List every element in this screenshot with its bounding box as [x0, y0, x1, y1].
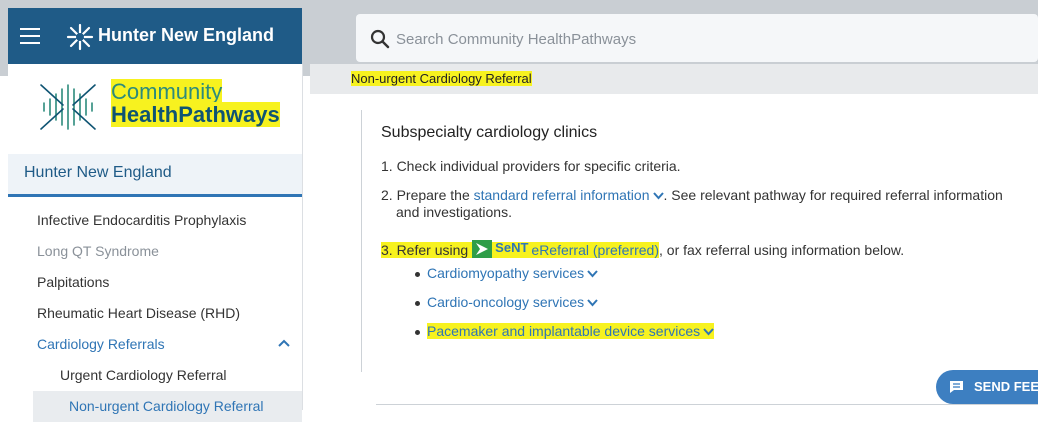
step-3-highlight: 3. Refer using SeNT eReferral (preferred) [381, 240, 660, 258]
step-2-line-2: and investigations. [396, 204, 512, 220]
message-icon [950, 381, 963, 393]
step-3: 3. Refer using SeNT eReferral (preferred),… [381, 240, 904, 258]
step-2: 2. Prepare the standard referral informa… [381, 187, 1003, 203]
sidebar-item-label: Cardiology Referrals [37, 336, 165, 352]
standard-referral-link[interactable]: standard referral information [474, 187, 664, 203]
chevron-down-icon [652, 192, 664, 200]
chevron-up-icon[interactable] [278, 339, 290, 347]
chevron-down-icon [587, 270, 598, 278]
send-feedback-button[interactable]: SEND FEE [936, 370, 1038, 404]
region-header[interactable]: Hunter New England [8, 154, 302, 197]
step-3-prefix: 3. Refer using [381, 242, 469, 258]
service-label: Cardiomyopathy services [427, 265, 585, 281]
service-cardiomyopathy[interactable]: Cardiomyopathy services [427, 265, 598, 281]
search-bar[interactable] [356, 14, 1038, 62]
bullet-icon [415, 330, 420, 335]
ereferral-link[interactable]: eReferral (preferred) [531, 242, 659, 258]
sent-brand: SeNT [495, 240, 529, 255]
sidebar-item-palpitations[interactable]: Palpitations [8, 267, 302, 298]
brand-logo-icon [66, 23, 94, 51]
divider [376, 404, 1038, 405]
search-input[interactable] [394, 24, 998, 54]
chevron-down-icon [587, 299, 598, 307]
step-2-suffix: . See relevant pathway for required refe… [663, 187, 1003, 203]
sidebar-item-non-urgent-referral[interactable]: Non-urgent Cardiology Referral [33, 391, 302, 422]
healthpathways-logo-icon [40, 84, 96, 130]
content-card: Subspecialty cardiology clinics 1. Check… [361, 110, 1038, 372]
logo-text: Community HealthPathways [111, 79, 280, 127]
breadcrumb-bar: Non-urgent Cardiology Referral [310, 64, 1038, 94]
brand-bar: Hunter New England [8, 8, 302, 65]
sidebar: Community HealthPathways Hunter New Engl… [8, 64, 303, 422]
region-label: Hunter New England [24, 164, 172, 181]
logo-line-community: Community [111, 79, 223, 104]
sidebar-nav: Infective Endocarditis Prophylaxis Long … [8, 205, 302, 422]
bullet-icon [415, 301, 420, 306]
healthpathways-logo[interactable]: Community HealthPathways [8, 64, 302, 154]
service-label: Pacemaker and implantable device service… [427, 323, 701, 339]
sidebar-item-urgent-referral[interactable]: Urgent Cardiology Referral [8, 360, 302, 391]
brand-name[interactable]: Hunter New England [98, 25, 274, 46]
service-pacemaker[interactable]: Pacemaker and implantable device service… [427, 323, 715, 339]
service-pacemaker-highlight: Pacemaker and implantable device service… [427, 323, 715, 339]
sidebar-item-cardiology-referrals[interactable]: Cardiology Referrals [8, 329, 302, 360]
section-title: Subspecialty cardiology clinics [381, 124, 598, 141]
sidebar-item-rhd[interactable]: Rheumatic Heart Disease (RHD) [8, 298, 302, 329]
bullet-icon [415, 272, 420, 277]
sent-logo-icon [472, 240, 493, 258]
sidebar-item-long-qt[interactable]: Long QT Syndrome [8, 236, 302, 267]
send-feedback-label: SEND FEE [974, 379, 1038, 394]
sidebar-item-infective-endocarditis[interactable]: Infective Endocarditis Prophylaxis [8, 205, 302, 236]
step-2-prefix: 2. Prepare the [381, 187, 470, 203]
logo-line-healthpathways: HealthPathways [111, 102, 280, 127]
step-1: 1. Check individual providers for specif… [381, 158, 681, 174]
standard-referral-link-label: standard referral information [473, 187, 650, 203]
step-3-suffix: , or fax referral using information belo… [659, 242, 905, 258]
search-icon [370, 29, 390, 49]
service-cardio-oncology[interactable]: Cardio-oncology services [427, 294, 598, 310]
chevron-down-icon [703, 328, 714, 336]
hamburger-menu-icon[interactable] [20, 28, 40, 44]
breadcrumb: Non-urgent Cardiology Referral [351, 71, 532, 86]
service-label: Cardio-oncology services [427, 294, 585, 310]
